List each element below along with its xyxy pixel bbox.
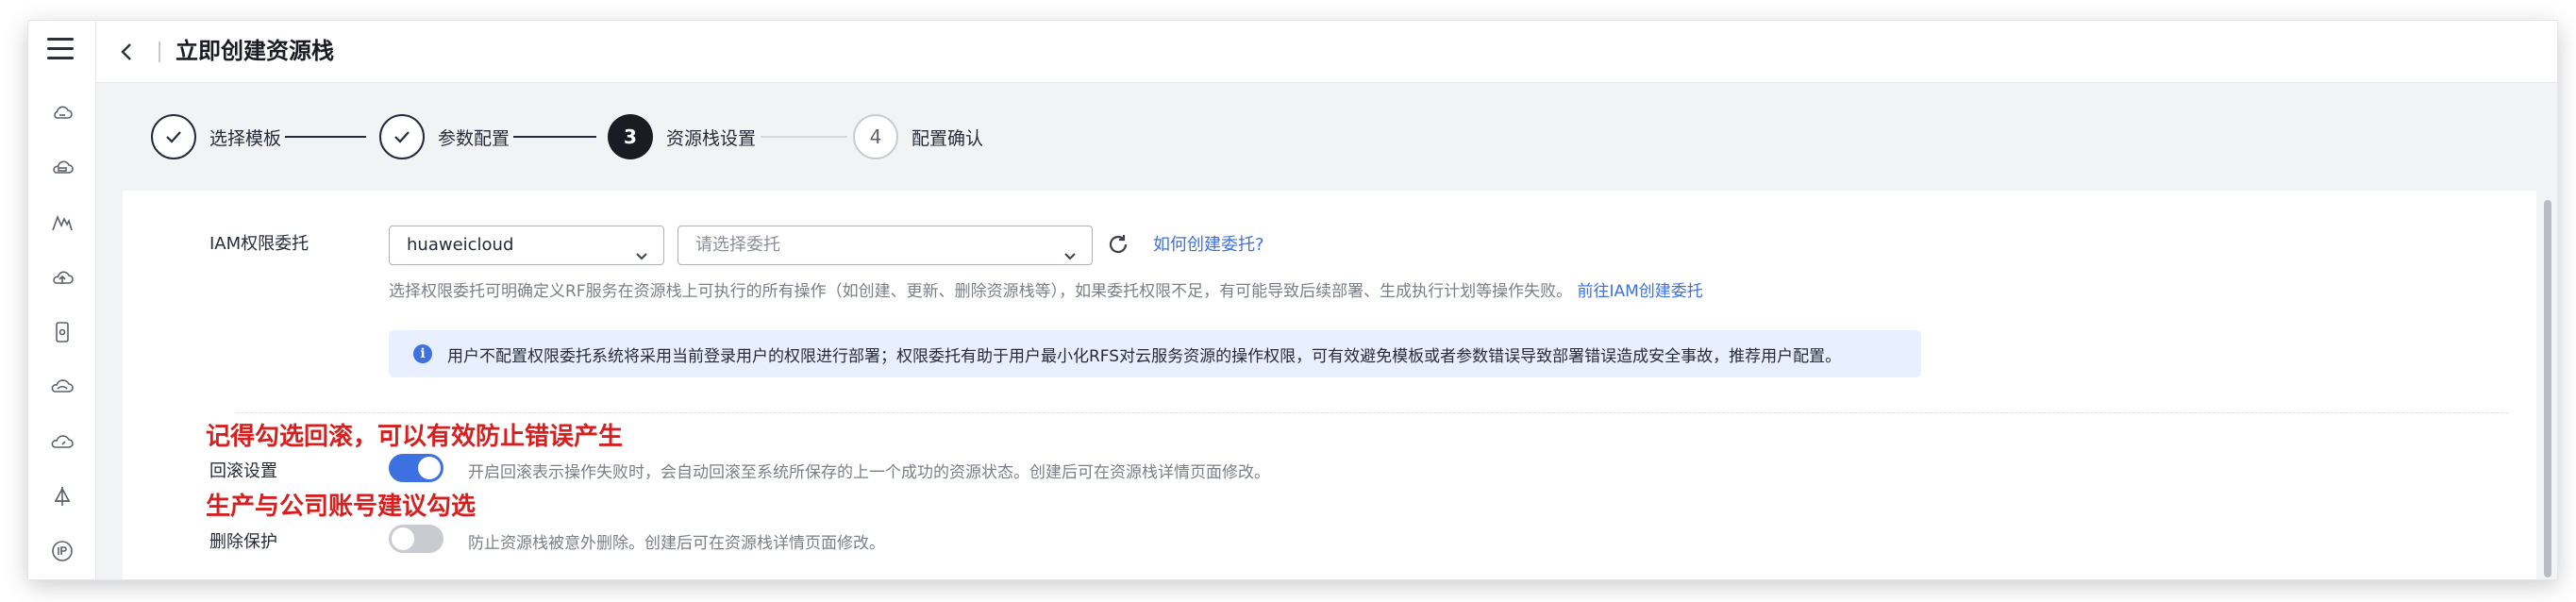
iam-label: IAM权限委托 bbox=[209, 234, 309, 254]
step-label: 配置确认 bbox=[912, 127, 984, 149]
cloud-gauge-icon[interactable] bbox=[49, 428, 75, 455]
step-number: 4 bbox=[853, 114, 898, 159]
step-stack-settings[interactable]: 3 资源栈设置 bbox=[608, 83, 756, 191]
step-number: 3 bbox=[608, 114, 653, 159]
toggle-knob bbox=[392, 527, 414, 550]
info-text: 用户不配置权限委托系统将采用当前登录用户的权限进行部署；权限委托有助于用户最小化… bbox=[447, 346, 1842, 366]
step-label: 选择模板 bbox=[209, 127, 282, 149]
header-divider bbox=[159, 42, 160, 62]
provider-select[interactable]: huaweicloud bbox=[389, 226, 664, 265]
provider-value: huaweicloud bbox=[407, 235, 514, 255]
ip-icon[interactable] bbox=[49, 538, 75, 564]
deletion-protection-label: 删除保护 bbox=[209, 532, 277, 552]
go-to-iam-link[interactable]: 前往IAM创建委托 bbox=[1578, 282, 1703, 301]
wizard-stepper: 选择模板 参数配置 3 资源栈设置 4 配置确认 bbox=[96, 83, 2557, 191]
info-icon: i bbox=[413, 344, 432, 363]
refresh-icon[interactable] bbox=[1106, 232, 1132, 259]
back-icon[interactable] bbox=[115, 40, 140, 64]
deletion-protection-toggle[interactable] bbox=[389, 525, 443, 553]
delegate-select[interactable]: 请选择委托 bbox=[677, 226, 1093, 265]
cloud-icon[interactable] bbox=[49, 100, 75, 126]
step-connector bbox=[513, 136, 596, 138]
page-title: 立即创建资源栈 bbox=[176, 38, 334, 64]
how-to-create-delegate-link[interactable]: 如何创建委托? bbox=[1153, 231, 1264, 256]
toggle-knob bbox=[418, 457, 441, 479]
step-confirm[interactable]: 4 配置确认 bbox=[853, 83, 983, 191]
step-parameters[interactable]: 参数配置 bbox=[379, 83, 510, 191]
deletion-protection-annotation: 生产与公司账号建议勾选 bbox=[206, 493, 477, 521]
step-label: 资源栈设置 bbox=[666, 127, 757, 149]
step-check-icon bbox=[151, 114, 196, 159]
antenna-icon[interactable] bbox=[49, 483, 75, 510]
step-select-template[interactable]: 选择模板 bbox=[151, 83, 281, 191]
iam-description: 选择权限委托可明确定义RF服务在资源栈上可执行的所有操作（如创建、更新、删除资源… bbox=[389, 282, 1703, 301]
page-header: 立即创建资源栈 bbox=[96, 21, 2557, 83]
rollback-description: 开启回滚表示操作失败时，会自动回滚至系统所保存的上一个成功的资源状态。创建后可在… bbox=[468, 463, 1270, 482]
device-icon[interactable] bbox=[49, 319, 75, 345]
console-window: 立即创建资源栈 选择模板 参数配置 3 资源栈设置 4 配置确认 IAM权限委托… bbox=[28, 21, 2557, 579]
step-connector bbox=[761, 136, 847, 138]
step-connector bbox=[285, 136, 366, 138]
chevron-down-icon bbox=[1063, 239, 1077, 260]
chevron-down-icon bbox=[635, 239, 648, 260]
deletion-protection-description: 防止资源栈被意外删除。创建后可在资源栈详情页面修改。 bbox=[468, 534, 885, 553]
stack-settings-card: IAM权限委托 huaweicloud 请选择委托 如何创建委托? 选择权限委托… bbox=[123, 191, 2536, 579]
section-divider bbox=[236, 412, 2508, 413]
left-sidebar bbox=[28, 21, 96, 579]
rollback-annotation: 记得勾选回滚，可以有效防止错误产生 bbox=[206, 423, 624, 451]
rollback-toggle[interactable] bbox=[389, 454, 443, 482]
delegate-placeholder: 请选择委托 bbox=[695, 235, 780, 255]
rollback-label: 回滚设置 bbox=[209, 461, 277, 481]
mountain-icon[interactable] bbox=[49, 209, 75, 236]
cloud-server-icon[interactable] bbox=[49, 155, 75, 181]
menu-icon[interactable] bbox=[47, 38, 74, 64]
step-check-icon bbox=[379, 114, 425, 159]
info-banner: i 用户不配置权限委托系统将采用当前登录用户的权限进行部署；权限委托有助于用户最… bbox=[389, 330, 1921, 377]
cloud-alt-icon[interactable] bbox=[49, 374, 75, 400]
cloud-upload-icon[interactable] bbox=[49, 264, 75, 291]
scrollbar-thumb[interactable] bbox=[2544, 200, 2551, 577]
step-label: 参数配置 bbox=[438, 127, 510, 149]
